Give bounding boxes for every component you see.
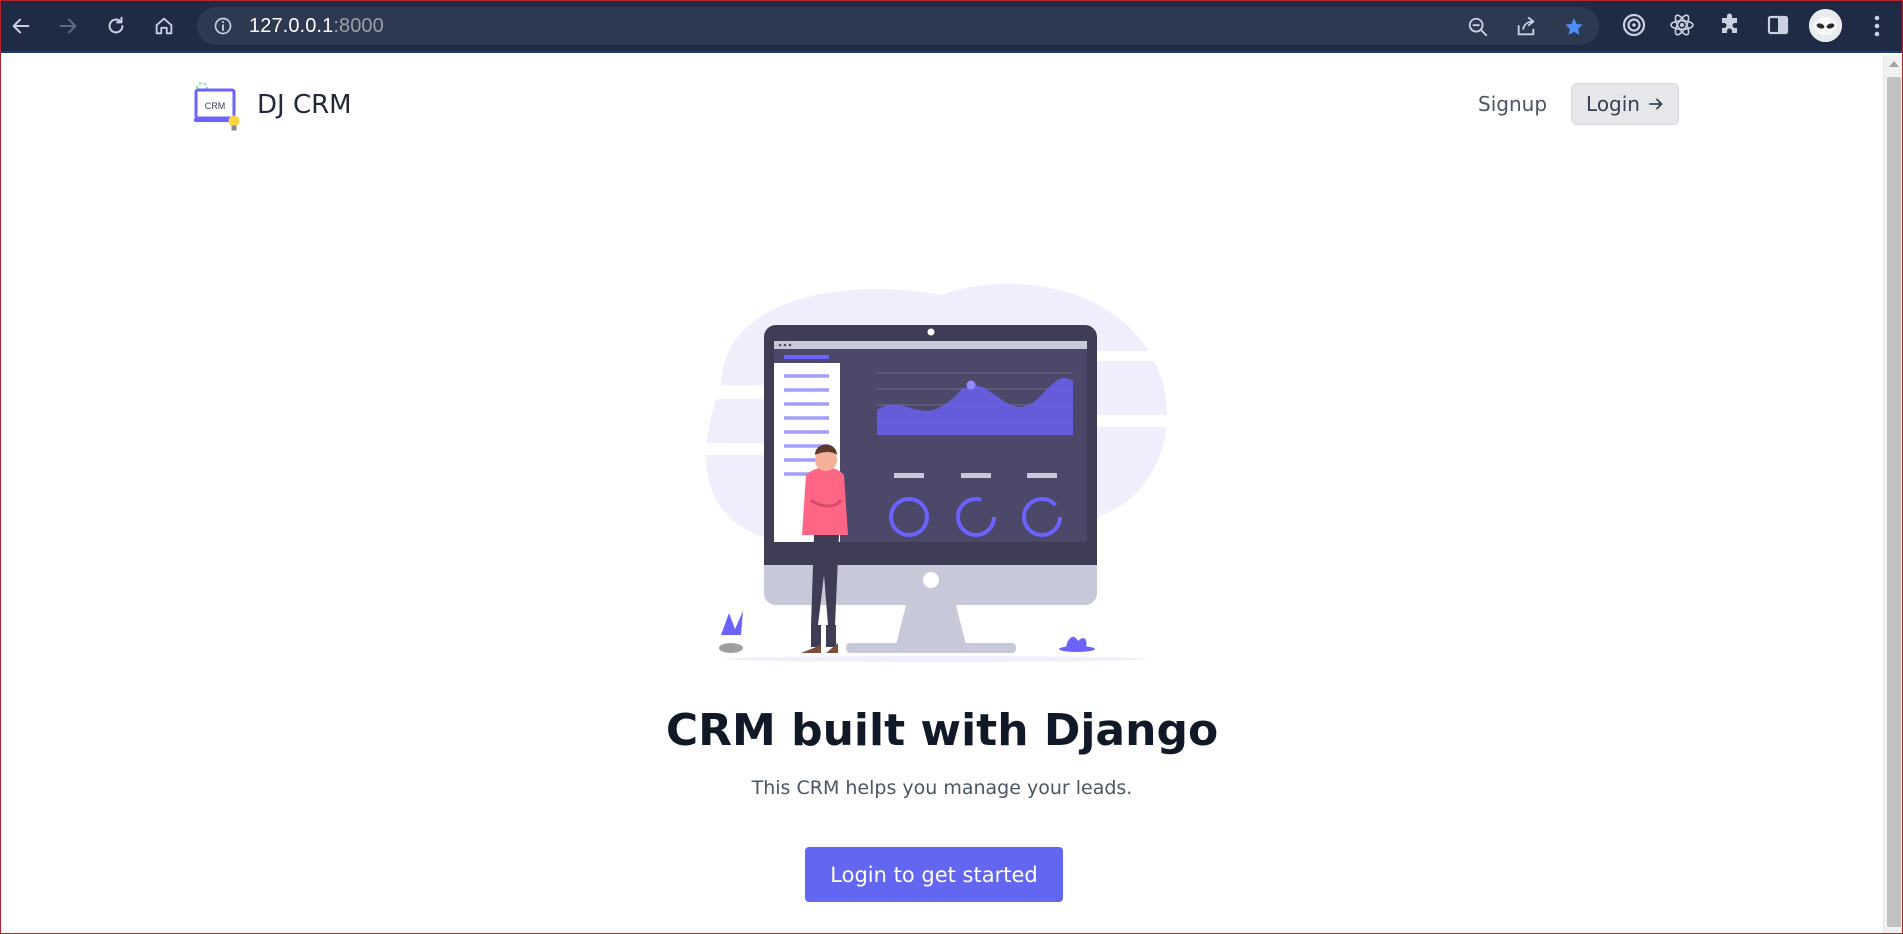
- site-info-icon[interactable]: [213, 16, 233, 36]
- url-port: :8000: [333, 15, 384, 37]
- address-bar[interactable]: 127.0.0.1:8000: [197, 7, 1599, 45]
- login-button-label: Login: [1586, 92, 1640, 116]
- brand-link[interactable]: CRM DJ CRM: [191, 75, 352, 135]
- login-button[interactable]: Login: [1571, 83, 1679, 125]
- arrow-right-icon: [1649, 98, 1663, 110]
- browser-menu-icon[interactable]: [1867, 11, 1887, 41]
- hero-subtitle: This CRM helps you manage your leads.: [751, 777, 1133, 799]
- page-scrollbar[interactable]: [1883, 55, 1902, 933]
- dashboard-illustration: [681, 283, 1191, 662]
- signup-link[interactable]: Signup: [1478, 92, 1547, 116]
- brand-name: DJ CRM: [257, 90, 352, 120]
- side-panel-icon[interactable]: [1765, 12, 1791, 38]
- alien-avatar-icon: [1809, 9, 1842, 42]
- scrollbar-thumb[interactable]: [1887, 77, 1901, 927]
- reload-button[interactable]: [100, 10, 132, 42]
- nav-links: Signup Login: [1478, 83, 1679, 125]
- zoom-out-icon[interactable]: [1467, 16, 1489, 38]
- profile-avatar[interactable]: [1809, 9, 1842, 42]
- scroll-up-arrow-icon[interactable]: [1889, 61, 1899, 67]
- page-content: CRM DJ CRM Signup Login CRM built with D…: [1, 55, 1883, 933]
- share-icon[interactable]: [1515, 16, 1537, 38]
- url-text: 127.0.0.1:8000: [249, 15, 384, 38]
- forward-button[interactable]: [52, 10, 84, 42]
- login-to-get-started-button[interactable]: Login to get started: [805, 847, 1063, 902]
- url-host: 127.0.0.1: [249, 15, 334, 37]
- home-button[interactable]: [148, 10, 180, 42]
- reload-icon: [108, 16, 124, 34]
- back-arrow-icon: [12, 18, 30, 34]
- back-button[interactable]: [5, 10, 37, 42]
- react-devtools-icon[interactable]: [1669, 12, 1695, 38]
- browser-toolbar: 127.0.0.1:8000: [1, 1, 1902, 53]
- browser-window: 127.0.0.1:8000 CRM DJ CRM Signup Login C…: [0, 0, 1903, 934]
- site-navbar: CRM DJ CRM Signup Login: [191, 75, 1679, 135]
- extensions-puzzle-icon[interactable]: [1717, 12, 1743, 38]
- forward-arrow-icon: [59, 18, 77, 34]
- crm-logo-icon: CRM: [194, 81, 240, 131]
- extension-target-icon[interactable]: [1621, 12, 1647, 38]
- logo-text: CRM: [205, 101, 226, 111]
- home-icon: [155, 17, 173, 35]
- bookmark-star-icon[interactable]: [1563, 16, 1585, 38]
- hero-title: CRM built with Django: [665, 705, 1219, 756]
